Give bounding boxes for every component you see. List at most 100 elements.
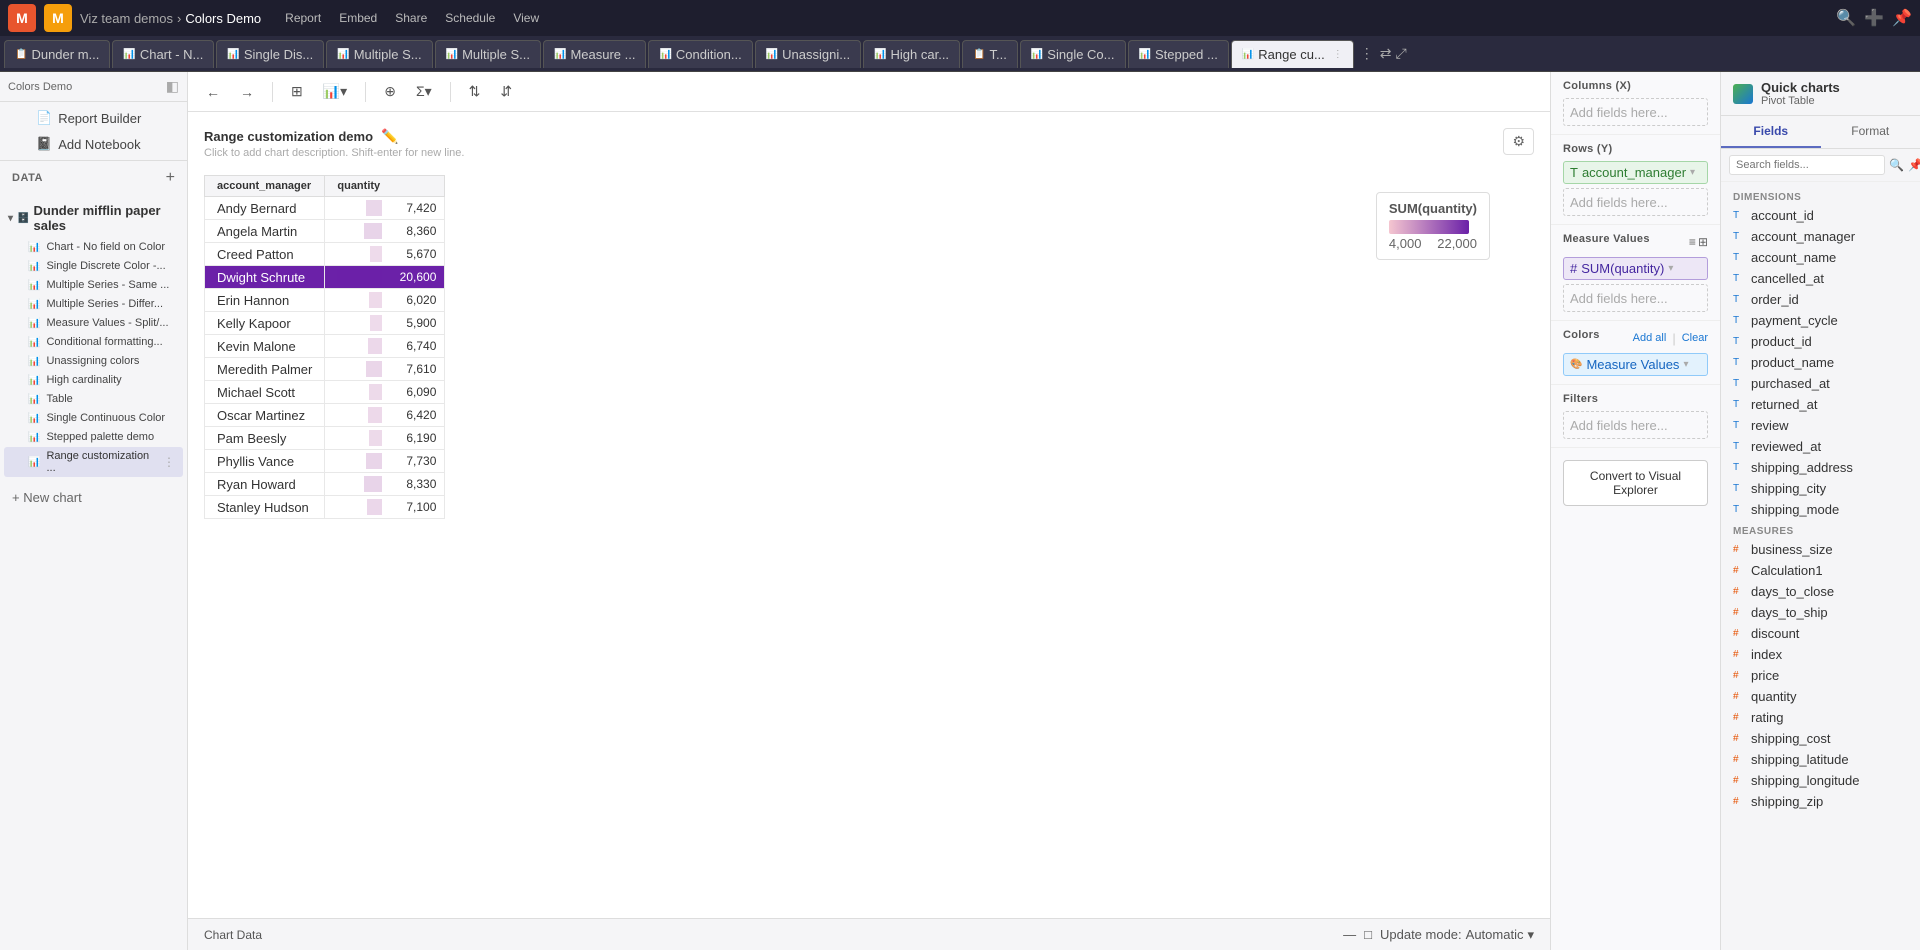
tab-undo-icon[interactable]: ⇄ — [1380, 45, 1392, 62]
table-row[interactable]: Andy Bernard 7,420 — [205, 197, 445, 220]
sidebar-item-add-notebook[interactable]: 📓Add Notebook — [12, 133, 175, 155]
pivot-button[interactable]: ⊞ — [285, 81, 309, 102]
columns-drop-zone[interactable]: Add fields here... — [1563, 98, 1708, 126]
back-button[interactable]: ← — [200, 82, 226, 102]
table-row[interactable]: Dwight Schrute 20,600 — [205, 266, 445, 289]
breadcrumb-item-1[interactable]: Viz team demos — [80, 11, 173, 26]
sidebar-item-5[interactable]: 📊Conditional formatting... — [4, 333, 183, 351]
tab-condition[interactable]: 📊Condition... — [648, 40, 752, 68]
dimension-shipping_address[interactable]: Tshipping_address — [1721, 457, 1920, 478]
chart-description[interactable]: Click to add chart description. Shift-en… — [204, 147, 1534, 159]
rows-field-arrow[interactable]: ▾ — [1690, 167, 1695, 178]
tab-expand-icon[interactable]: ⤢ — [1396, 45, 1407, 62]
tab-single-dis[interactable]: 📊Single Dis... — [216, 40, 324, 68]
table-row[interactable]: Ryan Howard 8,330 — [205, 473, 445, 496]
chart-settings-button[interactable]: ⚙ — [1503, 128, 1534, 155]
chart-title-text[interactable]: Range customization demo — [204, 129, 373, 144]
sidebar-item-3[interactable]: 📊Multiple Series - Differ... — [4, 295, 183, 313]
filters-drop-zone[interactable]: Add fields here... — [1563, 411, 1708, 439]
nav-share[interactable]: Share — [387, 9, 435, 27]
sidebar-item-more-11[interactable]: ⋮ — [163, 455, 175, 469]
nav-schedule[interactable]: Schedule — [437, 9, 503, 27]
measure-shipping_cost[interactable]: #shipping_cost — [1721, 728, 1920, 749]
table-row[interactable]: Angela Martin 8,360 — [205, 220, 445, 243]
table-row[interactable]: Stanley Hudson 7,100 — [205, 496, 445, 519]
measure-shipping_zip[interactable]: #shipping_zip — [1721, 791, 1920, 812]
dimension-cancelled_at[interactable]: Tcancelled_at — [1721, 268, 1920, 289]
dimension-order_id[interactable]: Torder_id — [1721, 289, 1920, 310]
measure-values-list-view[interactable]: ≡ — [1689, 235, 1696, 249]
dimension-review[interactable]: Treview — [1721, 415, 1920, 436]
sidebar-item-report-builder[interactable]: 📄Report Builder — [12, 107, 175, 129]
sort-desc-button[interactable]: ⇵ — [494, 81, 518, 102]
tab-t[interactable]: 📋T... — [962, 40, 1018, 68]
pin-icon[interactable]: 📌 — [1892, 8, 1912, 28]
sidebar-item-2[interactable]: 📊Multiple Series - Same ... — [4, 276, 183, 294]
plus-icon[interactable]: ➕ — [1864, 8, 1884, 28]
forward-button[interactable]: → — [234, 82, 260, 102]
table-row[interactable]: Pam Beesly 6,190 — [205, 427, 445, 450]
dimension-account_id[interactable]: Taccount_id — [1721, 205, 1920, 226]
table-row[interactable]: Creed Patton 5,670 — [205, 243, 445, 266]
update-mode-chevron[interactable]: ▾ — [1527, 927, 1534, 943]
minimize-icon[interactable]: — — [1343, 927, 1356, 942]
chart-data-label[interactable]: Chart Data — [204, 928, 262, 942]
sidebar-group-header[interactable]: ▾ 🗄️ Dunder mifflin paper sales — [0, 199, 187, 237]
colors-add-all-link[interactable]: Add all — [1633, 332, 1667, 344]
sidebar-item-4[interactable]: 📊Measure Values - Split/... — [4, 314, 183, 332]
more-tabs-icon[interactable]: ⋮ — [1360, 45, 1374, 62]
tab-range-cu[interactable]: 📊Range cu...⋮ — [1231, 40, 1354, 68]
sort-asc-button[interactable]: ⇅ — [463, 81, 487, 102]
nav-report[interactable]: Report — [277, 9, 329, 27]
tab-fields[interactable]: Fields — [1721, 116, 1821, 148]
dimension-shipping_city[interactable]: Tshipping_city — [1721, 478, 1920, 499]
sidebar-item-6[interactable]: 📊Unassigning colors — [4, 352, 183, 370]
measure-shipping_longitude[interactable]: #shipping_longitude — [1721, 770, 1920, 791]
dimension-reviewed_at[interactable]: Treviewed_at — [1721, 436, 1920, 457]
convert-button[interactable]: Convert to Visual Explorer — [1563, 460, 1708, 506]
tab-measure[interactable]: 📊Measure ... — [543, 40, 646, 68]
measure-business_size[interactable]: #business_size — [1721, 539, 1920, 560]
sidebar-item-9[interactable]: 📊Single Continuous Color — [4, 409, 183, 427]
main-logo[interactable]: M — [8, 4, 36, 32]
measure-values-arrow[interactable]: ▾ — [1668, 263, 1673, 274]
measure-days_to_close[interactable]: #days_to_close — [1721, 581, 1920, 602]
tab-high-car[interactable]: 📊High car... — [863, 40, 960, 68]
table-row[interactable]: Erin Hannon 6,020 — [205, 289, 445, 312]
measure-Calculation1[interactable]: #Calculation1 — [1721, 560, 1920, 581]
tab-multiple-s2[interactable]: 📊Multiple S... — [435, 40, 541, 68]
expand-icon[interactable]: □ — [1364, 927, 1372, 942]
add-row-button[interactable]: ⊕ — [378, 81, 402, 102]
sidebar-item-1[interactable]: 📊Single Discrete Color -... — [4, 257, 183, 275]
sum-button[interactable]: Σ▾ — [410, 81, 438, 102]
table-row[interactable]: Meredith Palmer 7,610 — [205, 358, 445, 381]
tab-stepped[interactable]: 📊Stepped ... — [1128, 40, 1229, 68]
measure-shipping_latitude[interactable]: #shipping_latitude — [1721, 749, 1920, 770]
colors-field-arrow[interactable]: ▾ — [1683, 359, 1688, 370]
measure-discount[interactable]: #discount — [1721, 623, 1920, 644]
table-row[interactable]: Kevin Malone 6,740 — [205, 335, 445, 358]
measure-values-drop-zone[interactable]: Add fields here... — [1563, 284, 1708, 312]
dimension-product_name[interactable]: Tproduct_name — [1721, 352, 1920, 373]
dimension-returned_at[interactable]: Treturned_at — [1721, 394, 1920, 415]
tab-unassigni[interactable]: 📊Unassigni... — [755, 40, 861, 68]
colors-field-chip[interactable]: 🎨 Measure Values ▾ — [1563, 353, 1708, 376]
dimension-purchased_at[interactable]: Tpurchased_at — [1721, 373, 1920, 394]
tab-multiple-s1[interactable]: 📊Multiple S... — [326, 40, 432, 68]
sidebar-item-8[interactable]: 📊Table — [4, 390, 183, 408]
app-logo[interactable]: M — [44, 4, 72, 32]
table-row[interactable]: Michael Scott 6,090 — [205, 381, 445, 404]
rows-field-chip[interactable]: T account_manager ▾ — [1563, 161, 1708, 184]
measure-rating[interactable]: #rating — [1721, 707, 1920, 728]
sidebar-item-7[interactable]: 📊High cardinality — [4, 371, 183, 389]
dimension-account_name[interactable]: Taccount_name — [1721, 247, 1920, 268]
sidebar-collapse-icon[interactable]: ◧ — [166, 78, 179, 95]
fields-pin-icon[interactable]: 📌 — [1908, 158, 1920, 172]
chart-type-button[interactable]: 📊▾ — [317, 81, 353, 102]
sidebar-item-11[interactable]: 📊Range customization ...⋮ — [4, 447, 183, 477]
dimension-payment_cycle[interactable]: Tpayment_cycle — [1721, 310, 1920, 331]
measure-index[interactable]: #index — [1721, 644, 1920, 665]
measure-quantity[interactable]: #quantity — [1721, 686, 1920, 707]
sidebar-item-0[interactable]: 📊Chart - No field on Color — [4, 238, 183, 256]
update-mode-value[interactable]: Automatic — [1466, 927, 1524, 942]
